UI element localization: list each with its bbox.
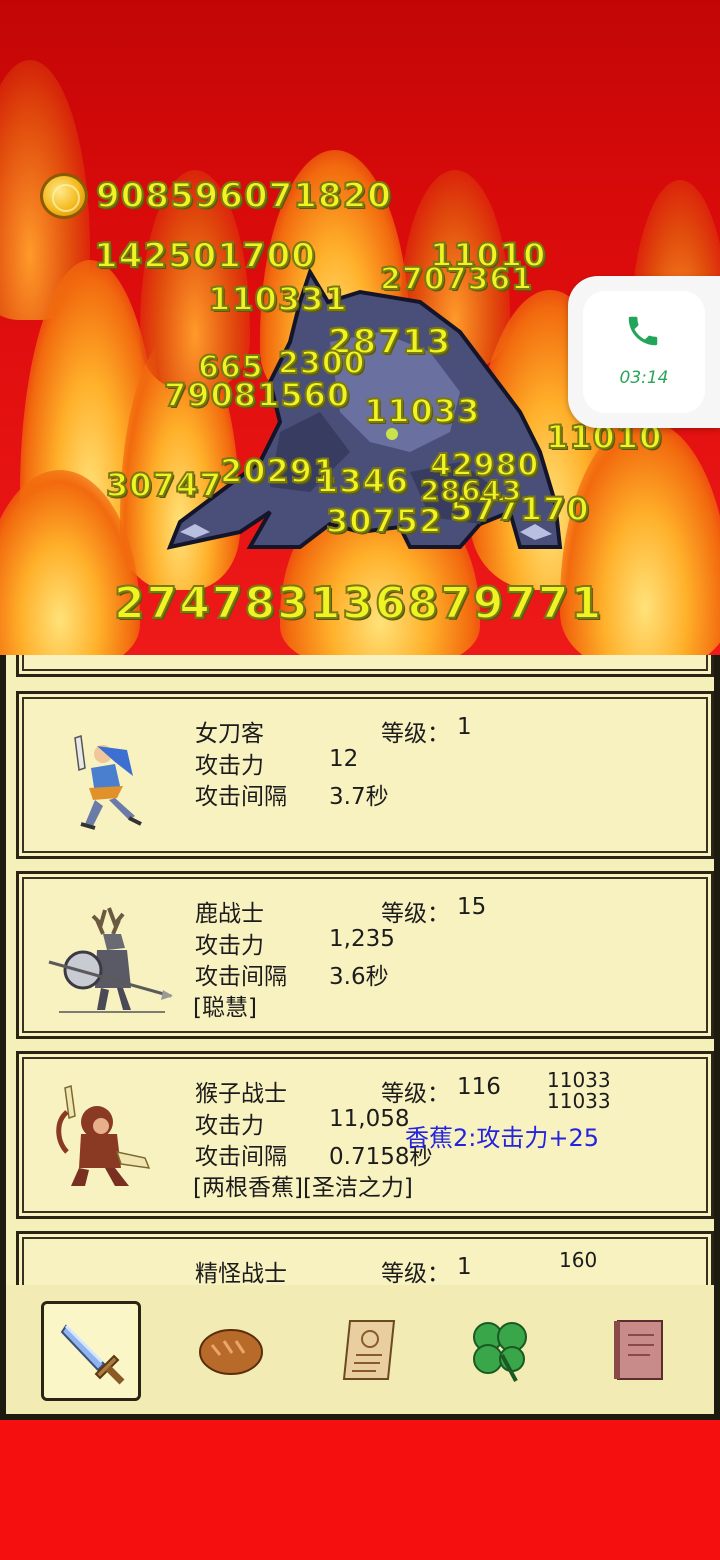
attack-value: 11,058 <box>329 1106 410 1132</box>
bottom-tab-bar[interactable] <box>0 1285 720 1420</box>
unit-card[interactable]: 精怪战士 等级： 1 160 <box>16 1231 714 1285</box>
unit-name: 女刀客 <box>195 721 264 747</box>
damage-number: 11033 <box>363 391 481 431</box>
call-duration: 03:14 <box>619 368 669 388</box>
unit-level-label: 等级： <box>381 901 450 927</box>
interval-value: 3.6秒 <box>329 964 389 990</box>
unit-list[interactable]: 女刀客 等级： 1 攻击力 12 攻击间隔 3.7秒 鹿战士 等级： 15 攻击… <box>0 655 720 1285</box>
monkey-warrior-sprite <box>56 1085 151 1186</box>
boss-health-counter: 274783136879771 <box>113 577 604 630</box>
bread-icon <box>199 1329 263 1375</box>
unit-card[interactable]: 猴子战士 等级： 116 攻击力 11,058 攻击间隔 0.7158秒 [两根… <box>16 1051 714 1219</box>
interval-label: 攻击间隔 <box>195 1144 287 1170</box>
unit-level: 116 <box>457 1074 501 1100</box>
tab-book[interactable] <box>592 1301 692 1401</box>
unit-level: 15 <box>457 894 487 920</box>
damage-number: 30747 <box>105 465 223 505</box>
damage-popup: 160 <box>559 1248 598 1272</box>
damage-popup: 11033 <box>547 1068 611 1092</box>
damage-number: 28643 <box>419 473 523 508</box>
book-icon <box>614 1320 663 1380</box>
attack-label: 攻击力 <box>195 1113 264 1139</box>
unit-traits: [两根香蕉][圣洁之力] <box>193 1175 413 1201</box>
gold-coin-icon <box>40 173 88 219</box>
tab-luck[interactable] <box>452 1301 552 1401</box>
damage-number: 1346 <box>315 461 410 501</box>
swordswoman-sprite <box>74 734 142 830</box>
unit-level-label: 等级： <box>381 1081 450 1107</box>
scroll-icon <box>342 1320 396 1380</box>
attack-label: 攻击力 <box>195 933 264 959</box>
deer-warrior-sprite <box>48 907 173 1013</box>
damage-number: 2707361 <box>379 261 534 298</box>
tab-weapons[interactable] <box>41 1301 141 1401</box>
unit-level-label: 等级： <box>381 1261 450 1285</box>
interval-label: 攻击间隔 <box>195 964 287 990</box>
attack-label: 攻击力 <box>195 753 264 779</box>
damage-popup: 11033 <box>547 1089 611 1113</box>
damage-number: 79081560 <box>163 375 351 415</box>
unit-traits: [聪慧] <box>193 995 257 1021</box>
damage-number: 142501700 <box>93 235 316 277</box>
phone-icon[interactable] <box>624 312 662 350</box>
unit-level: 1 <box>457 1254 472 1280</box>
damage-number: 30752 <box>325 501 443 541</box>
clover-icon <box>473 1322 527 1382</box>
unit-name: 鹿战士 <box>195 901 264 927</box>
call-floating-card[interactable] <box>583 291 705 413</box>
tab-food[interactable] <box>182 1301 282 1401</box>
tab-scrolls[interactable] <box>322 1301 422 1401</box>
sword-icon <box>60 1324 125 1385</box>
attack-value: 1,235 <box>329 926 395 952</box>
bottom-background <box>0 1420 720 1560</box>
unit-card[interactable]: 鹿战士 等级： 15 攻击力 1,235 攻击间隔 3.6秒 [聪慧] <box>16 871 714 1039</box>
interval-label: 攻击间隔 <box>195 784 287 810</box>
attack-value: 12 <box>329 746 359 772</box>
unit-name: 精怪战士 <box>195 1261 287 1285</box>
damage-number: 110331 <box>207 279 348 319</box>
unit-level: 1 <box>457 714 472 740</box>
unit-level-label: 等级： <box>381 721 450 747</box>
unit-name: 猴子战士 <box>195 1081 287 1107</box>
interval-value: 3.7秒 <box>329 784 389 810</box>
unit-card-partial <box>16 655 714 677</box>
gold-counter: 908596071820 <box>95 175 392 217</box>
buff-popup: 香蕉2:攻击力+25 <box>405 1124 600 1152</box>
unit-card[interactable]: 女刀客 等级： 1 攻击力 12 攻击间隔 3.7秒 <box>16 691 714 859</box>
